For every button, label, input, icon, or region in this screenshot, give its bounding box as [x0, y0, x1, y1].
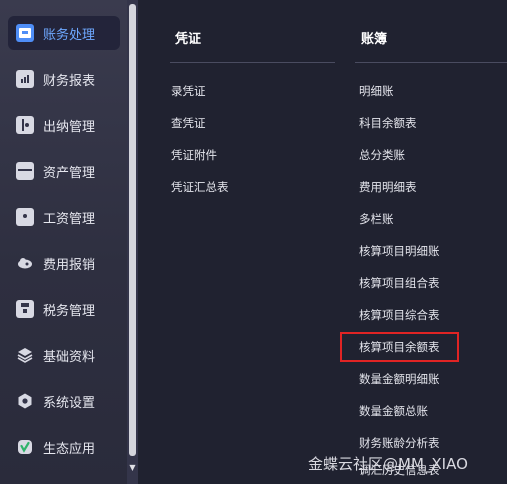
sidebar-item-label: 费用报销	[43, 257, 96, 273]
sidebar-item-label: 资产管理	[43, 165, 96, 181]
highlight-annotation-box	[340, 332, 459, 362]
ledger-column-title: 账簿	[361, 32, 388, 47]
scroll-down-icon[interactable]: ▼	[127, 460, 138, 474]
report-icon	[16, 70, 34, 88]
expense-icon	[16, 254, 34, 272]
sidebar-item-reports[interactable]: 财务报表	[8, 62, 120, 96]
sidebar-item-settings[interactable]: 系统设置	[8, 384, 120, 418]
link-account-balance[interactable]: 科目余额表	[359, 115, 417, 131]
sidebar-item-label: 生态应用	[43, 441, 96, 457]
sidebar-item-label: 工资管理	[43, 211, 96, 227]
link-multi-column-ledger[interactable]: 多栏账	[359, 211, 394, 227]
sidebar-item-label: 基础资料	[43, 349, 96, 365]
link-general-ledger[interactable]: 总分类账	[359, 147, 405, 163]
sidebar-item-label: 财务报表	[43, 73, 96, 89]
link-enter-voucher[interactable]: 录凭证	[171, 83, 206, 99]
sidebar-item-expense[interactable]: 费用报销	[8, 246, 120, 280]
sidebar-item-tax[interactable]: 税务管理	[8, 292, 120, 326]
sidebar-item-apps[interactable]: 生态应用	[8, 430, 120, 464]
settings-icon	[16, 392, 34, 410]
asset-icon	[16, 162, 34, 180]
link-quantity-detail[interactable]: 数量金额明细账	[359, 371, 440, 387]
tax-icon	[16, 300, 34, 318]
payroll-icon	[16, 208, 34, 226]
link-expense-detail[interactable]: 费用明细表	[359, 179, 417, 195]
apps-icon	[16, 438, 34, 456]
link-aging-analysis[interactable]: 财务账龄分析表	[359, 435, 440, 451]
ledger-icon	[16, 24, 34, 42]
link-quantity-general[interactable]: 数量金额总账	[359, 403, 428, 419]
voucher-column-title: 凭证	[175, 32, 202, 47]
link-dimension-comprehensive[interactable]: 核算项目综合表	[359, 307, 440, 323]
link-voucher-attachment[interactable]: 凭证附件	[171, 147, 217, 163]
link-query-voucher[interactable]: 查凭证	[171, 115, 206, 131]
sidebar: 账务处理 财务报表 出纳管理 资产管理 工资管理 费用报销 税务管理 基础资料 …	[0, 0, 138, 484]
accounting-submenu-panel	[138, 0, 507, 484]
sidebar-item-assets[interactable]: 资产管理	[8, 154, 120, 188]
scroll-thumb[interactable]	[129, 4, 136, 456]
sidebar-item-label: 税务管理	[43, 303, 96, 319]
layers-icon	[16, 346, 34, 364]
link-voucher-summary[interactable]: 凭证汇总表	[171, 179, 229, 195]
voucher-divider	[170, 62, 335, 63]
link-dimension-detail[interactable]: 核算项目明细账	[359, 243, 440, 259]
sidebar-item-payroll[interactable]: 工资管理	[8, 200, 120, 234]
sidebar-item-label: 账务处理	[43, 27, 96, 43]
link-detail-ledger[interactable]: 明细账	[359, 83, 394, 99]
cashier-icon	[16, 116, 34, 134]
ledger-divider	[355, 62, 507, 63]
link-dimension-combination[interactable]: 核算项目组合表	[359, 275, 440, 291]
sidebar-item-label: 出纳管理	[43, 119, 96, 135]
sidebar-item-master-data[interactable]: 基础资料	[8, 338, 120, 372]
sidebar-item-label: 系统设置	[43, 395, 96, 411]
sidebar-scrollbar[interactable]: ▼	[127, 0, 138, 484]
sidebar-item-accounting[interactable]: 账务处理	[8, 16, 120, 50]
watermark-text: 金蝶云社区@MM_XIAO	[308, 455, 468, 473]
sidebar-item-cashier[interactable]: 出纳管理	[8, 108, 120, 142]
